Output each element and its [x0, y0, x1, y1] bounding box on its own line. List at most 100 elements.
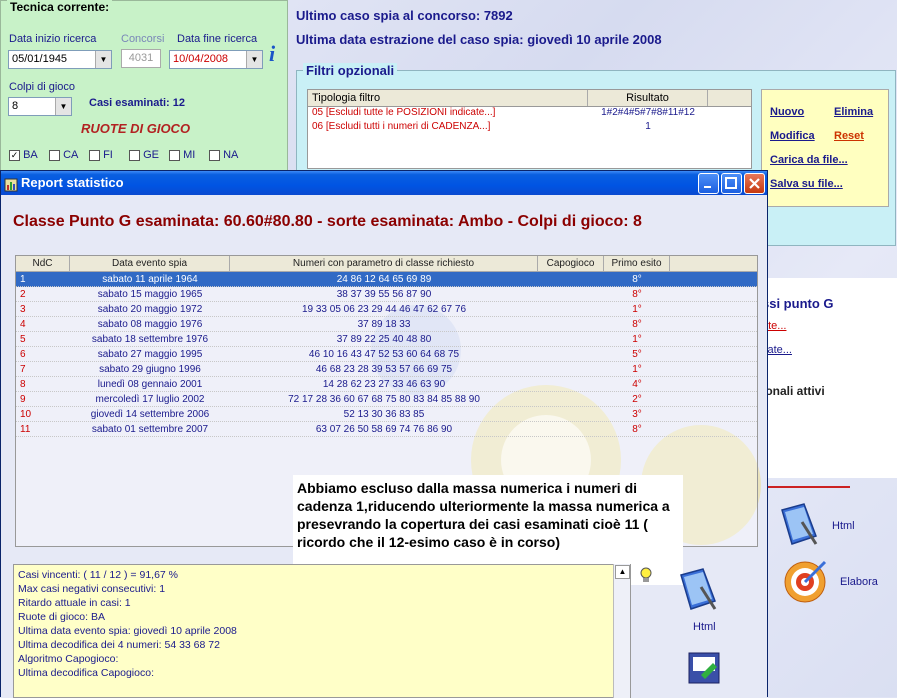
window-titlebar[interactable]: Report statistico: [1, 171, 767, 195]
date-cell: sabato 29 giugno 1996: [99, 364, 201, 375]
first-outcome-cell: 8°: [632, 274, 642, 285]
info-icon[interactable]: i: [269, 41, 285, 66]
capogioco-cell: [538, 362, 604, 376]
date-cell: sabato 08 maggio 1976: [97, 319, 203, 330]
edit-filter-link[interactable]: Modifica: [770, 130, 815, 142]
filter-row[interactable]: 06 [Escludi tutti i numeri di CADENZA...…: [308, 121, 751, 135]
active-filters-label: ionali attivi: [762, 384, 825, 398]
numbers-cell: 52 13 30 36 83 85: [343, 409, 425, 420]
ndc-cell: 11: [20, 424, 31, 435]
start-date-value: 05/01/1945: [12, 53, 68, 65]
current-technique-panel: Tecnica corrente: Data inizio ricerca 05…: [0, 0, 288, 172]
chevron-down-icon[interactable]: ▼: [246, 51, 262, 68]
wheel-mi[interactable]: MI: [169, 149, 209, 161]
filter-type: 05 [Escludi tutte le POSIZIONI indicate.…: [312, 107, 496, 118]
column-header[interactable]: Capogioco: [538, 256, 604, 271]
first-outcome-cell: 1°: [632, 304, 642, 315]
checkbox-icon[interactable]: [209, 149, 220, 161]
reset-filter-link[interactable]: Reset: [834, 130, 864, 142]
table-row[interactable]: 5 sabato 18 settembre 1976 37 89 22 25 40 …: [16, 332, 757, 347]
export-file-icon[interactable]: [687, 651, 721, 685]
date-cell: giovedì 14 settembre 2006: [90, 409, 210, 420]
last-draw-date: Ultima data estrazione del caso spia: gi…: [296, 32, 662, 47]
wheel-na[interactable]: NA: [209, 149, 249, 161]
minimize-button[interactable]: [698, 173, 719, 194]
lightbulb-icon[interactable]: [639, 567, 653, 585]
plays-label: Colpi di gioco: [9, 81, 76, 93]
table-row[interactable]: 1 sabato 11 aprile 1964 24 86 12 64 65 69 …: [16, 272, 757, 287]
capogioco-cell: [538, 422, 604, 436]
capogioco-cell: [538, 287, 604, 301]
contests-value: 4031: [128, 52, 154, 64]
table-row[interactable]: 3 sabato 20 maggio 1972 19 33 05 06 23 29 …: [16, 302, 757, 317]
statistic-line: Ultima decodifica dei 4 numeri: 54 33 68…: [18, 639, 220, 651]
filters-legend: Filtri opzionali: [303, 63, 398, 78]
wheel-fi[interactable]: FI: [89, 149, 129, 161]
capogioco-cell: [538, 317, 604, 331]
capogioco-cell: [538, 407, 604, 421]
statistics-scrollbar[interactable]: ▲: [613, 564, 630, 698]
chevron-down-icon[interactable]: ▼: [95, 51, 111, 68]
numbers-cell: 63 07 26 50 58 69 74 76 86 90: [315, 424, 453, 435]
filter-row[interactable]: 05 [Escludi tutte le POSIZIONI indicate.…: [308, 107, 751, 121]
table-row[interactable]: 8 lunedì 08 gennaio 2001 14 28 62 23 27 33…: [16, 377, 757, 392]
save-to-file-link[interactable]: Salva su file...: [770, 178, 843, 190]
wheel-ca[interactable]: CA: [49, 149, 89, 161]
plays-select[interactable]: 8 ▼: [8, 97, 72, 116]
first-outcome-cell: 2°: [632, 394, 642, 405]
wheel-ba[interactable]: ✓ BA: [9, 149, 49, 161]
statistic-line: Max casi negativi consecutivi: 1: [18, 583, 166, 595]
checkbox-icon[interactable]: [89, 149, 100, 161]
start-date-select[interactable]: 05/01/1945 ▼: [8, 50, 112, 69]
maximize-button[interactable]: [721, 173, 742, 194]
checkbox-icon[interactable]: [49, 149, 60, 161]
table-row[interactable]: 10 giovedì 14 settembre 2006 52 13 30 36 8…: [16, 407, 757, 422]
end-date-select[interactable]: 10/04/2008 ▼: [169, 50, 263, 69]
column-header[interactable]: Primo esito: [604, 256, 670, 271]
app-icon: [4, 176, 18, 192]
statistic-line: Ruote di gioco: BA: [18, 611, 105, 623]
ndc-cell: 2: [20, 289, 26, 300]
new-filter-link[interactable]: Nuovo: [770, 106, 804, 118]
target-icon[interactable]: [783, 558, 829, 604]
capogioco-cell: [538, 302, 604, 316]
ndc-cell: 10: [20, 409, 32, 420]
scroll-up-icon[interactable]: ▲: [615, 565, 630, 579]
html-book-icon[interactable]: [776, 502, 820, 548]
cases-examined: Casi esaminati: 12: [89, 97, 185, 109]
statistics-summary: Casi vincenti: ( 11 / 12 ) = 91,67 % Max …: [13, 564, 631, 698]
chevron-down-icon[interactable]: ▼: [55, 98, 71, 115]
capogioco-cell: [538, 272, 604, 286]
filter-table-header: Tipologia filtro Risultato: [308, 90, 751, 107]
window-title: Report statistico: [21, 175, 124, 190]
column-header[interactable]: Tipologia filtro: [308, 90, 588, 106]
wheel-ge[interactable]: GE: [129, 149, 169, 161]
table-row[interactable]: 9 mercoledì 17 luglio 2002 72 17 28 36 60 …: [16, 392, 757, 407]
table-row[interactable]: 7 sabato 29 giugno 1996 46 68 23 28 39 53 …: [16, 362, 757, 377]
checkbox-icon[interactable]: [169, 149, 180, 161]
column-header[interactable]: Risultato: [588, 90, 708, 106]
column-header[interactable]: Numeri con parametro di classe richiesto: [230, 256, 538, 271]
html-export-label[interactable]: Html: [693, 621, 716, 633]
html-book-icon[interactable]: [675, 567, 719, 613]
table-row[interactable]: 2 sabato 15 maggio 1965 38 37 39 55 56 87 …: [16, 287, 757, 302]
load-from-file-link[interactable]: Carica da file...: [770, 154, 848, 166]
html-label[interactable]: Html: [832, 520, 855, 532]
table-row[interactable]: 6 sabato 27 maggio 1995 46 10 16 43 47 52 …: [16, 347, 757, 362]
close-button[interactable]: [744, 173, 765, 194]
class-panel: ssi punto G ate... zate... ionali attivi: [758, 278, 897, 478]
table-row[interactable]: 4 sabato 08 maggio 1976 37 89 18 33 8°: [16, 317, 757, 332]
numbers-cell: 24 86 12 64 65 69 89: [336, 274, 432, 285]
elabora-label[interactable]: Elabora: [840, 576, 878, 588]
report-body: Classe Punto G esaminata: 60.60#80.80 - …: [1, 195, 767, 698]
column-header[interactable]: NdC: [16, 256, 70, 271]
first-outcome-cell: 4°: [632, 379, 642, 390]
column-header[interactable]: Data evento spia: [70, 256, 230, 271]
delete-filter-link[interactable]: Elimina: [834, 106, 873, 118]
checkbox-icon[interactable]: [129, 149, 140, 161]
numbers-cell: 37 89 22 25 40 48 80: [336, 334, 432, 345]
table-row[interactable]: 11 sabato 01 settembre 2007 63 07 26 50 58…: [16, 422, 757, 437]
checkbox-checked-icon[interactable]: ✓: [9, 149, 20, 161]
statistic-line: Ultima decodifica Capogioco:: [18, 667, 154, 679]
wheels-title: RUOTE DI GIOCO: [81, 121, 191, 136]
